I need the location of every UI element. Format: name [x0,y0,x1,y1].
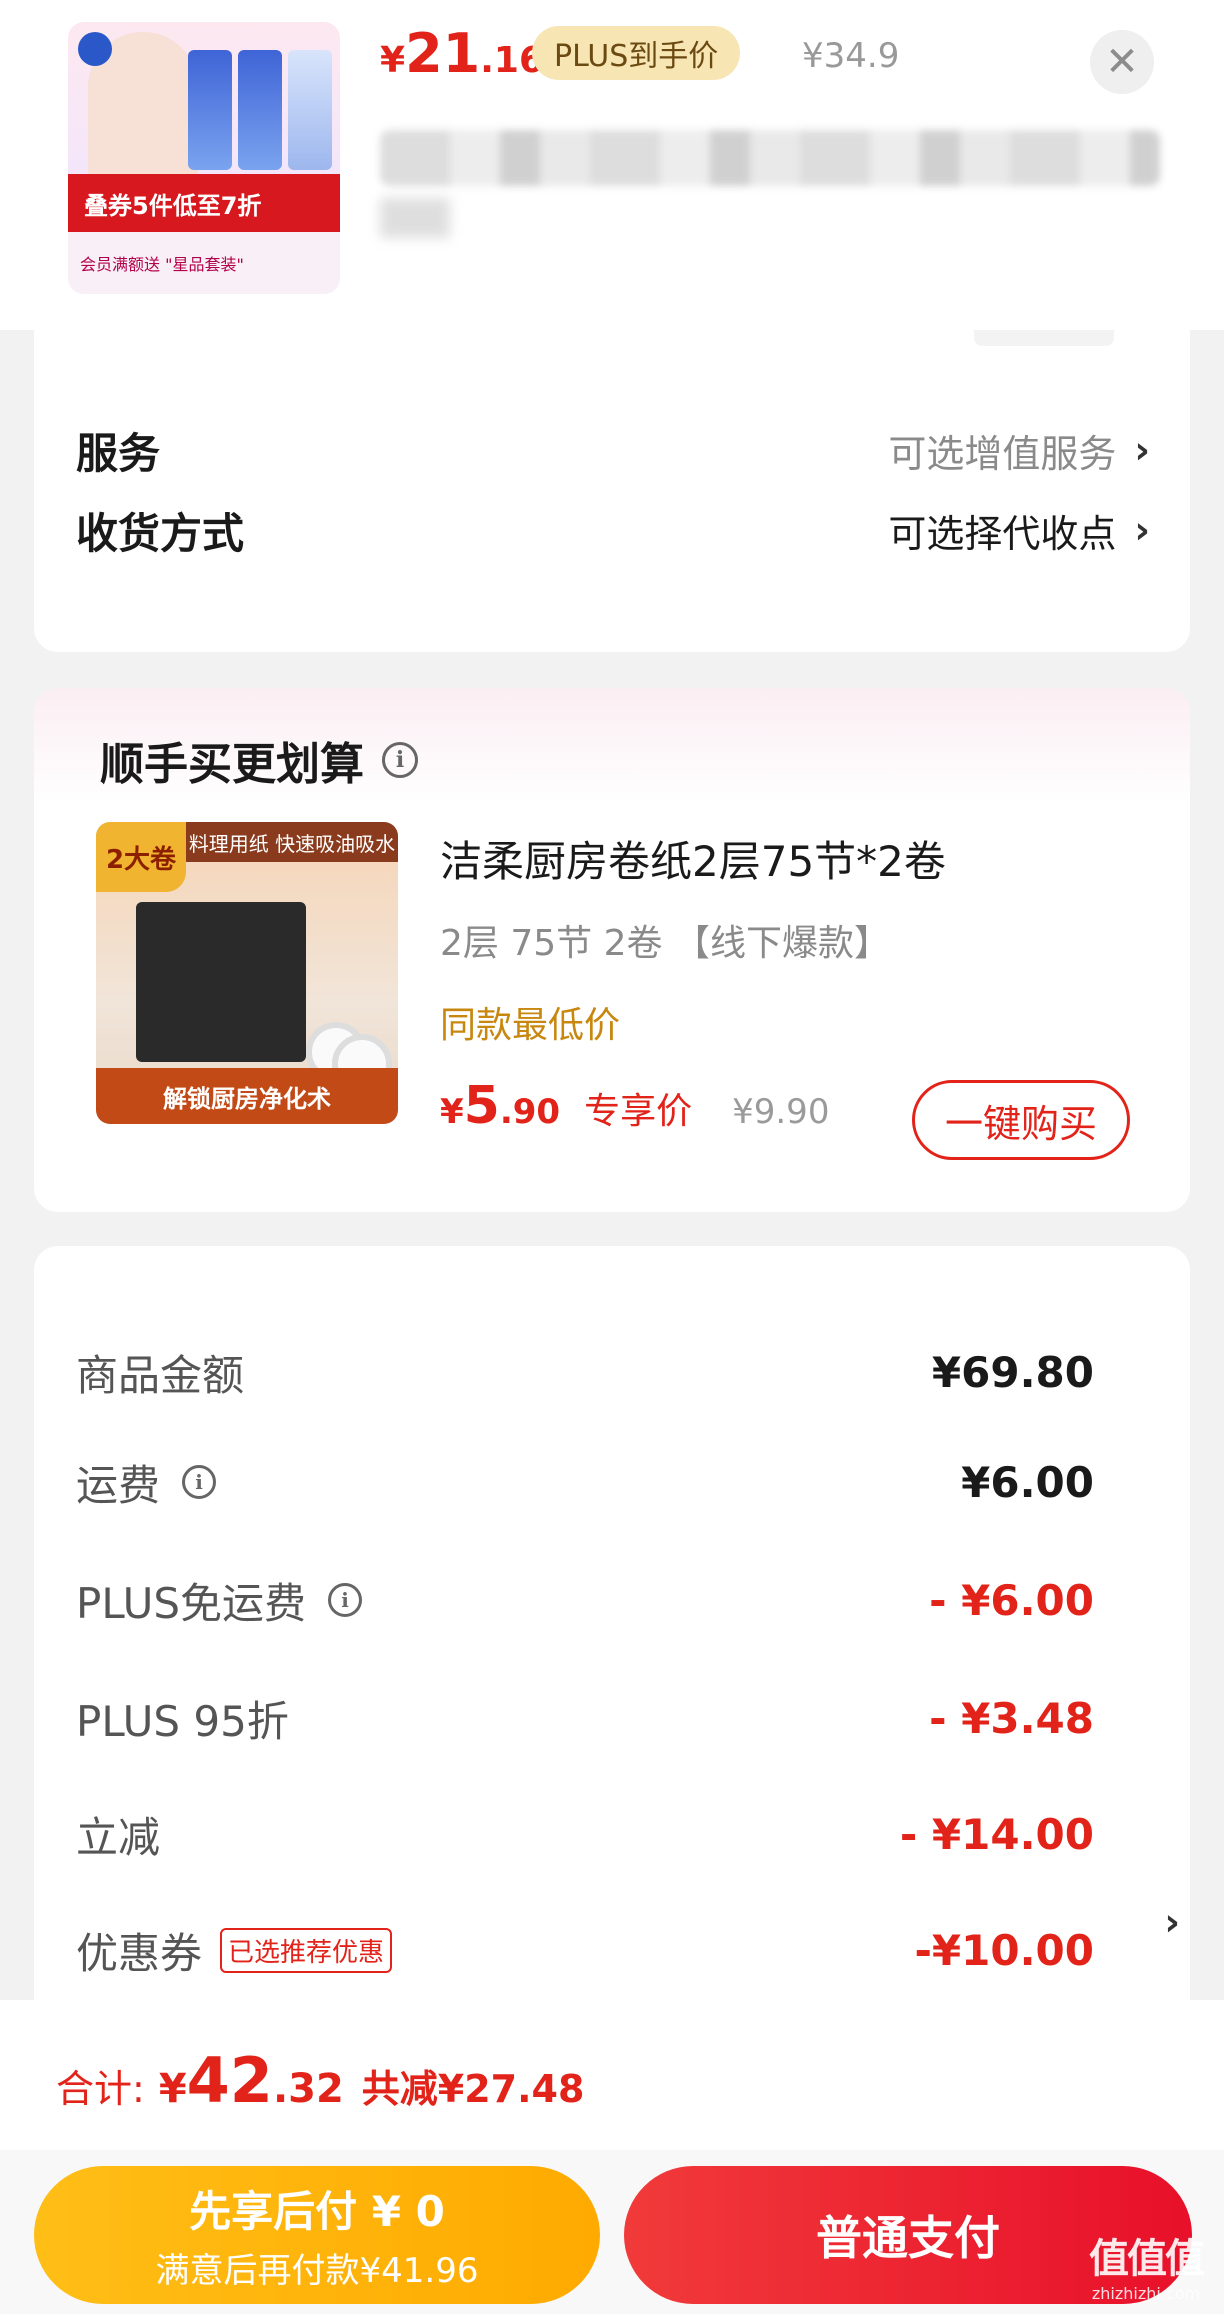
summary-row-coupon[interactable]: 优惠券 已选推荐优惠 -¥10.00 [76,1910,1094,1990]
recommended-coupon-tag: 已选推荐优惠 [220,1927,393,1973]
close-icon: ✕ [1105,39,1139,85]
watermark-url: zhizhizhi.com [1091,2284,1201,2303]
image-top-bar: 料理用纸 快速吸油吸水 [186,822,398,862]
order-total-bar: 合计: ¥ 42 .32 共减¥27.48 [0,2000,1224,2150]
summary-value: ¥6.00 [961,1457,1094,1507]
lowest-price-tag: 同款最低价 [440,1005,621,1046]
watermark-logo: 值值值 [1089,2236,1205,2282]
summary-label-wrap: PLUS免运费 i [76,1570,363,1631]
summary-label: PLUS免运费 [76,1578,307,1628]
chevron-right-icon[interactable]: › [1164,1900,1180,1944]
chevron-right-icon: › [1134,428,1150,472]
thumbnail-bottom-band: 会员满额送 "星品套装" [68,232,340,294]
summary-label-wrap: 运费 i [76,1452,217,1513]
summary-value: ¥69.80 [931,1347,1094,1397]
product-thumbnail[interactable]: 叠券5件低至7折 会员满额送 "星品套装" [68,22,340,294]
delivery-method-label: 收货方式 [76,508,245,558]
total-integer: 42 [186,2044,273,2117]
payment-action-bar: 先享后付 ¥ 0 满意后再付款¥41.96 普通支付 [0,2150,1224,2314]
upsell-product-name[interactable]: 洁柔厨房卷纸2层75节*2卷 [440,828,946,889]
service-card: 服务 可选增值服务 › 收货方式 可选择代收点 › [34,300,1190,652]
total-savings: 共减¥27.48 [361,2067,585,2111]
pay-later-title: 先享后付 ¥ 0 [189,2187,445,2236]
price-summary-card: 商品金额 ¥69.80 运费 i ¥6.00 PLUS免运费 i - ¥6.00… [34,1246,1190,2006]
summary-label: 商品金额 [76,1350,245,1400]
product-box-shape [136,902,306,1062]
upsell-title: 顺手买更划算 i [100,728,418,792]
summary-label: 运费 [76,1460,161,1510]
original-price: ¥34.9 [802,36,900,76]
price-integer: 21 [405,22,481,85]
upsell-card: 顺手买更划算 i 2大卷 料理用纸 快速吸油吸水 解锁厨房净化术 洁柔厨房卷纸2… [34,688,1190,1212]
pay-later-subtitle: 满意后再付款¥41.96 [155,2251,479,2291]
header-price: ¥ 21 .16 [380,22,544,92]
chevron-right-icon: › [1134,508,1150,552]
product-header: 叠券5件低至7折 会员满额送 "星品套装" ¥ 21 .16 PLUS到手价 ¥… [0,0,1224,330]
tissue-pack-icon [238,50,282,170]
tissue-pack-icon [288,50,332,170]
total-decimal: .32 [272,2066,344,2112]
upsell-product-image[interactable]: 2大卷 料理用纸 快速吸油吸水 解锁厨房净化术 [96,822,398,1124]
exclusive-price-label: 专享价 [584,1091,693,1132]
thumbnail-promo-band: 叠券5件低至7折 [68,174,340,232]
info-icon[interactable]: i [382,742,418,778]
price-currency: ¥ [380,40,406,81]
summary-value: -¥10.00 [914,1925,1094,1975]
service-label: 服务 [76,428,161,478]
blurred-product-title-line2 [380,198,450,238]
summary-label: 立减 [76,1812,161,1862]
price-integer: 5 [463,1076,500,1136]
price-currency: ¥ [440,1092,464,1132]
summary-label: PLUS 95折 [76,1696,289,1746]
info-icon[interactable]: i [182,1465,217,1499]
upsell-title-text: 顺手买更划算 [100,739,364,790]
summary-value: - ¥14.00 [899,1809,1094,1859]
summary-row-plus-discount: PLUS 95折 - ¥3.48 [76,1678,1094,1758]
summary-row-instant-discount: 立减 - ¥14.00 [76,1794,1094,1874]
close-button[interactable]: ✕ [1090,30,1154,94]
plus-price-badge: PLUS到手价 [532,26,741,80]
info-icon[interactable]: i [328,1583,363,1617]
service-value-text: 可选增值服务 [888,431,1117,476]
summary-value: - ¥6.00 [929,1575,1094,1625]
image-bottom-bar: 解锁厨房净化术 [96,1068,398,1124]
total-currency: ¥ [158,2066,187,2112]
price-decimal: .90 [499,1092,561,1132]
summary-label-wrap: 优惠券 已选推荐优惠 [76,1920,393,1981]
summary-label: 优惠券 [76,1928,203,1978]
summary-row-shipping: 运费 i ¥6.00 [76,1442,1094,1522]
site-watermark: 值值值 zhizhizhi.com [1068,2226,1224,2314]
delivery-method-row[interactable]: 收货方式 可选择代收点 › [76,490,1150,570]
image-corner-tag: 2大卷 [96,822,186,892]
tissue-pack-icon [188,50,232,170]
upsell-price: ¥ 5 .90 专享价 ¥9.90 [440,1076,829,1136]
blurred-product-title [380,130,1160,186]
upsell-original-price: ¥9.90 [732,1092,830,1132]
summary-row-subtotal: 商品金额 ¥69.80 [76,1332,1094,1412]
delivery-method-value-text: 可选择代收点 [888,511,1117,556]
one-click-buy-button[interactable]: 一键购买 [912,1080,1130,1160]
brand-logo-icon [78,32,112,66]
service-row[interactable]: 服务 可选增值服务 › [76,410,1150,490]
summary-value: - ¥3.48 [929,1693,1094,1743]
summary-row-plus-free-shipping: PLUS免运费 i - ¥6.00 [76,1560,1094,1640]
service-value: 可选增值服务 › [888,423,1150,478]
pay-later-button[interactable]: 先享后付 ¥ 0 满意后再付款¥41.96 [34,2166,600,2304]
total-label: 合计: [56,2067,145,2111]
delivery-method-value: 可选择代收点 › [888,503,1150,558]
upsell-product-spec: 2层 75节 2卷 【线下爆款】 [440,923,890,964]
